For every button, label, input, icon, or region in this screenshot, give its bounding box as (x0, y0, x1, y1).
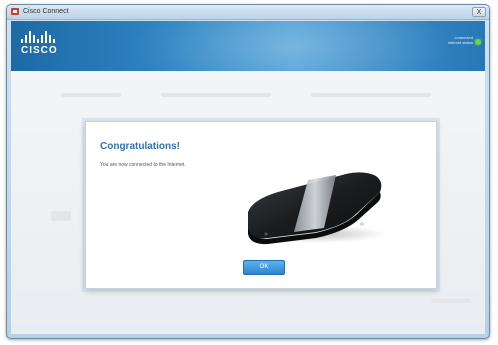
status-line-2: internet status (447, 40, 473, 45)
app-window: Cisco Connect X CISCO connected internet… (6, 4, 490, 339)
router-image (246, 172, 386, 245)
dialog-message: You are now connected to the Internet. (100, 162, 186, 168)
background-placeholder (61, 93, 121, 97)
cisco-wordmark: CISCO (21, 45, 58, 56)
main-content: Congratulations! You are now connected t… (11, 71, 485, 334)
success-dialog: Congratulations! You are now connected t… (85, 121, 437, 289)
background-placeholder (431, 299, 471, 303)
close-button[interactable]: X (472, 7, 486, 17)
ok-button[interactable]: OK (243, 260, 285, 275)
background-placeholder (51, 211, 71, 221)
connection-status[interactable]: connected internet status (447, 35, 481, 45)
background-placeholder (161, 93, 271, 97)
title-bar[interactable]: Cisco Connect X (7, 5, 489, 20)
status-indicator-icon (475, 39, 481, 45)
cisco-app-icon (11, 8, 19, 15)
window-title: Cisco Connect (23, 8, 69, 15)
cisco-logo: CISCO (21, 31, 57, 59)
background-placeholder (311, 93, 431, 97)
header-decoration (131, 21, 451, 71)
dialog-title: Congratulations! (100, 141, 180, 152)
cisco-bars-icon (21, 31, 57, 43)
app-header: CISCO connected internet status (11, 21, 485, 71)
